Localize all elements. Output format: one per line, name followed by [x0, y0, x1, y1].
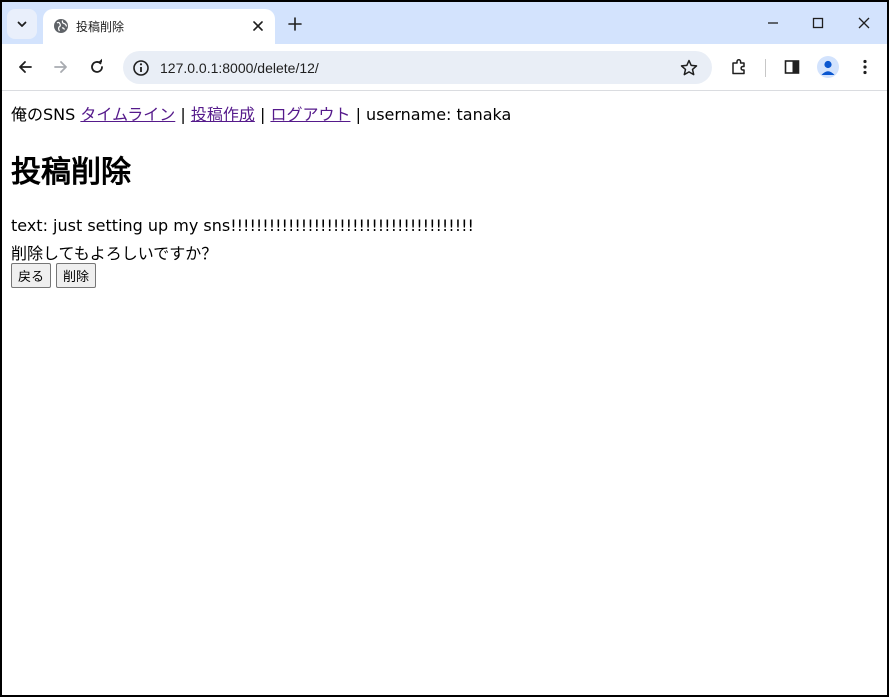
browser-window: 投稿削除 127.0.0.1:8000/delete/12/ 俺のSNS タイム…	[0, 0, 889, 697]
side-panel-icon[interactable]	[782, 57, 802, 77]
window-close-icon[interactable]	[854, 13, 874, 33]
username-label: username: tanaka	[366, 105, 512, 124]
site-brand: 俺のSNS	[11, 105, 76, 124]
toolbar-separator	[765, 59, 766, 77]
forward-arrow-icon[interactable]	[51, 57, 71, 77]
action-buttons: 戻る 削除	[11, 263, 97, 288]
new-tab-plus-icon[interactable]	[285, 14, 305, 34]
browser-toolbar: 127.0.0.1:8000/delete/12/	[2, 44, 887, 91]
minimize-icon[interactable]	[763, 13, 783, 33]
browser-tab-active[interactable]: 投稿削除	[43, 9, 275, 44]
address-bar[interactable]: 127.0.0.1:8000/delete/12/	[123, 51, 712, 84]
nav-separator: |	[180, 105, 186, 124]
close-icon[interactable]	[250, 18, 266, 34]
nav-separator: |	[259, 105, 266, 124]
maximize-icon[interactable]	[808, 13, 828, 33]
tab-title: 投稿削除	[76, 20, 125, 34]
nav-link-timeline[interactable]: タイムライン	[80, 105, 175, 124]
extensions-puzzle-icon[interactable]	[729, 57, 749, 77]
chevron-down-icon	[17, 21, 27, 27]
profile-avatar[interactable]	[817, 56, 839, 78]
site-nav: 俺のSNS タイムライン | 投稿作成 | ログアウト | username: …	[11, 101, 511, 125]
tab-search-button[interactable]	[7, 9, 37, 39]
back-arrow-icon[interactable]	[15, 57, 35, 77]
bookmark-star-icon[interactable]	[679, 58, 699, 78]
reload-icon[interactable]	[87, 57, 107, 77]
nav-separator: |	[355, 105, 361, 124]
nav-link-create-post[interactable]: 投稿作成	[191, 105, 255, 124]
person-icon	[821, 60, 835, 75]
kebab-menu-icon[interactable]	[855, 57, 875, 77]
page-content: 俺のSNS タイムライン | 投稿作成 | ログアウト | username: …	[2, 91, 887, 695]
confirm-message: 削除してもよろしいですか？	[11, 244, 218, 263]
post-text: text: just setting up my sns!!!!!!!!!!!!…	[11, 216, 474, 235]
globe-icon	[54, 19, 68, 33]
nav-link-logout[interactable]: ログアウト	[270, 105, 350, 124]
url-text[interactable]: 127.0.0.1:8000/delete/12/	[160, 60, 319, 76]
back-button[interactable]: 戻る	[11, 263, 52, 288]
page-title: 投稿削除	[11, 155, 131, 190]
site-info-icon[interactable]	[132, 59, 150, 77]
delete-button[interactable]: 削除	[56, 263, 97, 288]
tab-strip: 投稿削除	[2, 2, 887, 44]
